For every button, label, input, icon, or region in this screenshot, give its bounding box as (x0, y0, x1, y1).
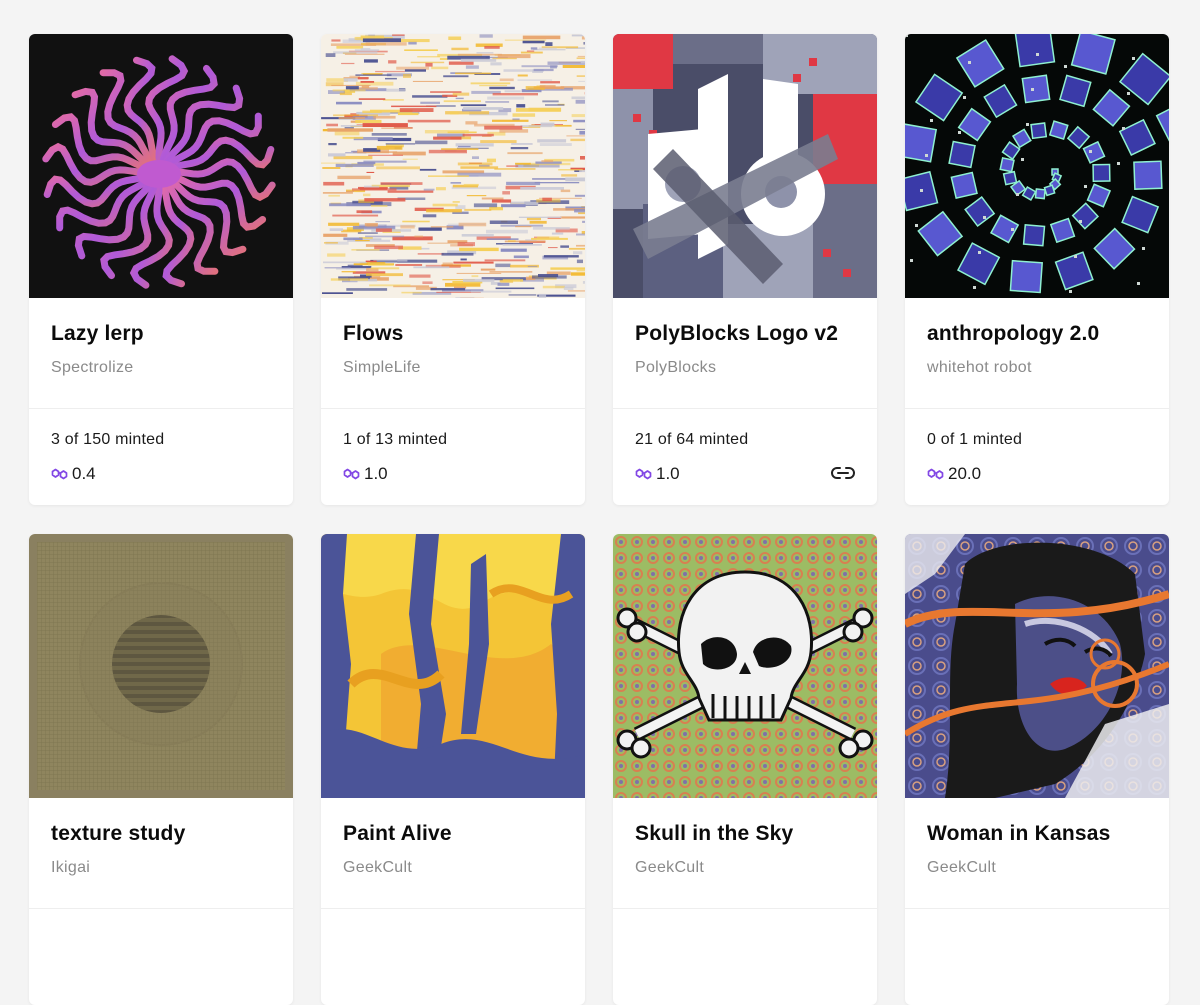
price-value: 0.4 (72, 464, 96, 484)
polygon-icon (343, 467, 360, 481)
artwork-title[interactable]: Flows (343, 322, 563, 346)
artwork-title[interactable]: Paint Alive (343, 822, 563, 846)
card-info: Paint Alive GeekCult (321, 798, 585, 909)
artist-name[interactable]: Spectrolize (51, 359, 271, 377)
artwork-card[interactable]: anthropology 2.0 whitehot robot 0 of 1 m… (905, 34, 1169, 505)
artwork-card[interactable]: Paint Alive GeekCult (321, 534, 585, 1005)
price-value: 1.0 (656, 464, 680, 484)
artwork-title[interactable]: texture study (51, 822, 271, 846)
woman-portrait-artwork[interactable] (905, 534, 1169, 798)
card-info: Lazy lerp Spectrolize (29, 298, 293, 409)
card-info: Skull in the Sky GeekCult (613, 798, 877, 909)
artwork-title[interactable]: Lazy lerp (51, 322, 271, 346)
artwork-card[interactable]: PolyBlocks Logo v2 PolyBlocks 21 of 64 m… (613, 34, 877, 505)
artist-name[interactable]: SimpleLife (343, 359, 563, 377)
texture-study-artwork[interactable] (29, 534, 293, 798)
price: 1.0 (343, 464, 563, 484)
card-info: texture study Ikigai (29, 798, 293, 909)
price-value: 20.0 (948, 464, 981, 484)
artist-name[interactable]: GeekCult (927, 859, 1147, 877)
card-stats: 0 of 1 minted 20.0 (905, 409, 1169, 484)
artwork-title[interactable]: PolyBlocks Logo v2 (635, 322, 855, 346)
anthropology-artwork[interactable] (905, 34, 1169, 298)
artist-name[interactable]: GeekCult (343, 859, 563, 877)
minted-count: 1 of 13 minted (343, 431, 563, 449)
artwork-title[interactable]: anthropology 2.0 (927, 322, 1147, 346)
card-info: Flows SimpleLife (321, 298, 585, 409)
artwork-card[interactable]: Woman in Kansas GeekCult (905, 534, 1169, 1005)
artist-name[interactable]: whitehot robot (927, 359, 1147, 377)
card-stats: 3 of 150 minted 0.4 (29, 409, 293, 484)
artist-name[interactable]: Ikigai (51, 859, 271, 877)
link-icon[interactable] (831, 466, 855, 485)
minted-count: 21 of 64 minted (635, 431, 855, 449)
price: 1.0 (635, 464, 855, 484)
flows-artwork[interactable] (321, 34, 585, 298)
skull-artwork[interactable] (613, 534, 877, 798)
minted-count: 3 of 150 minted (51, 431, 271, 449)
artist-name[interactable]: PolyBlocks (635, 359, 855, 377)
card-info: Woman in Kansas GeekCult (905, 798, 1169, 909)
price-value: 1.0 (364, 464, 388, 484)
artwork-card[interactable]: Lazy lerp Spectrolize 3 of 150 minted 0.… (29, 34, 293, 505)
minted-count: 0 of 1 minted (927, 431, 1147, 449)
artwork-card[interactable]: Flows SimpleLife 1 of 13 minted 1.0 (321, 34, 585, 505)
artwork-title[interactable]: Woman in Kansas (927, 822, 1147, 846)
artwork-card[interactable]: Skull in the Sky GeekCult (613, 534, 877, 1005)
polygon-icon (927, 467, 944, 481)
polygon-icon (635, 467, 652, 481)
polyblocks-artwork[interactable] (613, 34, 877, 298)
card-stats: 21 of 64 minted 1.0 (613, 409, 877, 484)
price: 0.4 (51, 464, 271, 484)
artist-name[interactable]: GeekCult (635, 859, 855, 877)
card-stats: 1 of 13 minted 1.0 (321, 409, 585, 484)
card-info: anthropology 2.0 whitehot robot (905, 298, 1169, 409)
card-info: PolyBlocks Logo v2 PolyBlocks (613, 298, 877, 409)
artwork-grid: Lazy lerp Spectrolize 3 of 150 minted 0.… (29, 34, 1169, 1005)
artwork-card[interactable]: texture study Ikigai (29, 534, 293, 1005)
polygon-icon (51, 467, 68, 481)
price: 20.0 (927, 464, 1147, 484)
lazy-lerp-artwork[interactable] (29, 34, 293, 298)
artwork-title[interactable]: Skull in the Sky (635, 822, 855, 846)
paint-alive-artwork[interactable] (321, 534, 585, 798)
